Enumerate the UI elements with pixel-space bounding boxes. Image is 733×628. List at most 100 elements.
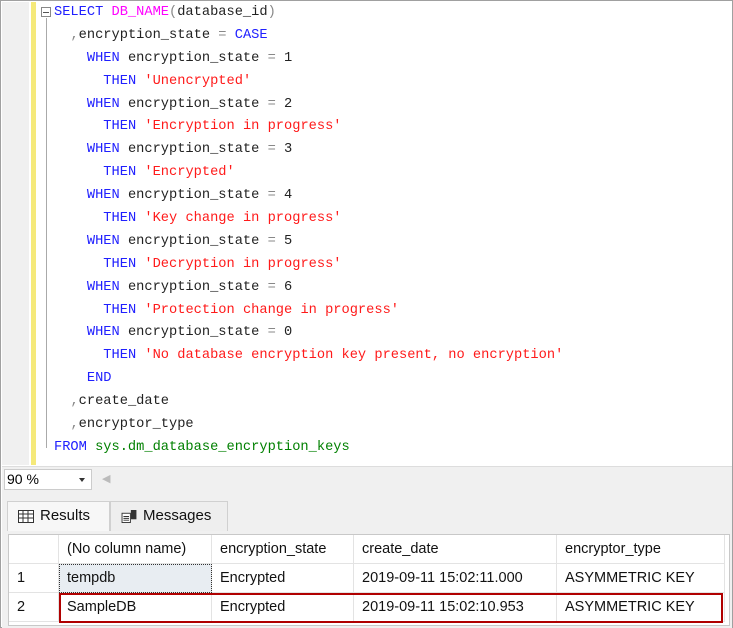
code-token: = xyxy=(267,325,285,341)
messages-icon xyxy=(121,510,137,523)
code-line: THEN 'Encrypted' xyxy=(54,162,563,185)
code-token: WHEN xyxy=(86,233,128,249)
code-token: 'Encryption in progress' xyxy=(144,119,342,135)
code-token: 'Unencrypted' xyxy=(144,73,252,89)
highlight-box xyxy=(59,593,723,623)
code-token: 0 xyxy=(284,325,293,341)
code-token: 'Protection change in progress' xyxy=(144,302,400,318)
results-grid[interactable]: (No column name) encryption_state create_d… xyxy=(8,534,730,626)
column-header[interactable]: create_date xyxy=(354,535,557,564)
code-token: WHEN xyxy=(86,188,128,204)
code-line: THEN 'No database encryption key present… xyxy=(54,345,563,368)
code-token: , xyxy=(70,417,79,433)
scroll-left-icon[interactable]: ◀ xyxy=(102,472,110,485)
code-token: = xyxy=(267,96,285,112)
zoom-dropdown[interactable]: 90 % xyxy=(4,469,92,490)
code-token: 4 xyxy=(284,188,293,204)
outline-line xyxy=(46,18,47,448)
grid-cell[interactable]: 2019-09-11 15:02:11.000 xyxy=(354,564,557,593)
code-token: WHEN xyxy=(86,325,128,341)
code-token: encryption_state xyxy=(127,96,268,112)
column-header[interactable]: encryption_state xyxy=(212,535,354,564)
code-token: encryption_state xyxy=(127,142,268,158)
sql-code[interactable]: SELECT DB_NAME(database_id) ,encryption_… xyxy=(54,2,563,460)
row-number[interactable]: 1 xyxy=(9,564,59,593)
code-token: THEN xyxy=(103,302,145,318)
query-editor[interactable]: SELECT DB_NAME(database_id) ,encryption_… xyxy=(2,2,732,465)
grid-cell[interactable]: tempdb xyxy=(59,564,212,593)
line-gutter xyxy=(2,2,29,465)
zoom-value: 90 % xyxy=(7,471,39,487)
code-token: encryption_state xyxy=(127,325,268,341)
code-token: THEN xyxy=(103,348,145,364)
code-token: create_date xyxy=(78,394,170,410)
code-token: 'Encrypted' xyxy=(144,165,235,181)
code-token: 'Decryption in progress' xyxy=(144,256,342,272)
code-token: THEN xyxy=(103,256,145,272)
code-token: encryption_state xyxy=(78,27,219,43)
code-token: ( xyxy=(169,5,178,20)
code-line: THEN 'Decryption in progress' xyxy=(54,254,563,277)
code-token: , xyxy=(70,27,79,43)
code-token: THEN xyxy=(103,73,145,89)
code-token: WHEN xyxy=(86,96,128,112)
code-token: 2 xyxy=(284,96,293,112)
code-token: encryption_state xyxy=(127,279,268,295)
tab-results[interactable]: Results xyxy=(7,501,110,531)
code-token: FROM xyxy=(54,439,96,455)
code-token: 1 xyxy=(284,50,293,66)
grid-cell[interactable]: Encrypted xyxy=(212,564,354,593)
code-token: 3 xyxy=(284,142,293,158)
code-token: 5 xyxy=(284,233,293,249)
code-line: END xyxy=(54,368,563,391)
code-token: = xyxy=(218,27,235,43)
code-line: THEN 'Unencrypted' xyxy=(54,71,563,94)
code-token: WHEN xyxy=(86,50,128,66)
code-token: = xyxy=(267,188,285,204)
code-line: THEN 'Key change in progress' xyxy=(54,208,563,231)
code-line: WHEN encryption_state = 3 xyxy=(54,139,563,162)
code-token: DB_NAME xyxy=(111,5,170,20)
code-token: SELECT xyxy=(54,5,112,20)
zoom-bar: 90 % ◀ xyxy=(2,466,732,492)
grid-icon xyxy=(18,510,34,523)
grid-cell[interactable]: ASYMMETRIC KEY xyxy=(557,564,725,593)
code-line: ,encryption_state = CASE xyxy=(54,25,563,48)
column-header[interactable] xyxy=(9,535,59,564)
code-token: encryptor_type xyxy=(78,417,194,433)
chevron-down-icon xyxy=(79,478,85,482)
row-number[interactable]: 2 xyxy=(9,593,59,622)
column-header[interactable]: (No column name) xyxy=(59,535,212,564)
tab-messages[interactable]: Messages xyxy=(110,501,228,531)
code-token: = xyxy=(267,279,285,295)
code-token: = xyxy=(267,142,285,158)
ssms-query-window: SELECT DB_NAME(database_id) ,encryption_… xyxy=(0,0,733,628)
code-token: encryption_state xyxy=(127,188,268,204)
code-line: WHEN encryption_state = 6 xyxy=(54,277,563,300)
code-token: WHEN xyxy=(86,279,128,295)
column-header[interactable]: encryptor_type xyxy=(557,535,725,564)
code-line: WHEN encryption_state = 2 xyxy=(54,94,563,117)
code-token: WHEN xyxy=(86,142,128,158)
code-line: FROM sys.dm_database_encryption_keys xyxy=(54,437,563,460)
code-token: CASE xyxy=(234,27,268,43)
code-token: THEN xyxy=(103,119,145,135)
code-line: ,encryptor_type xyxy=(54,414,563,437)
code-token: END xyxy=(86,371,112,387)
change-tracking-bar xyxy=(31,2,36,465)
code-token: , xyxy=(70,394,79,410)
results-pane: Results Messages (No column name) encrypt… xyxy=(2,492,732,628)
collapse-icon[interactable] xyxy=(41,7,51,17)
